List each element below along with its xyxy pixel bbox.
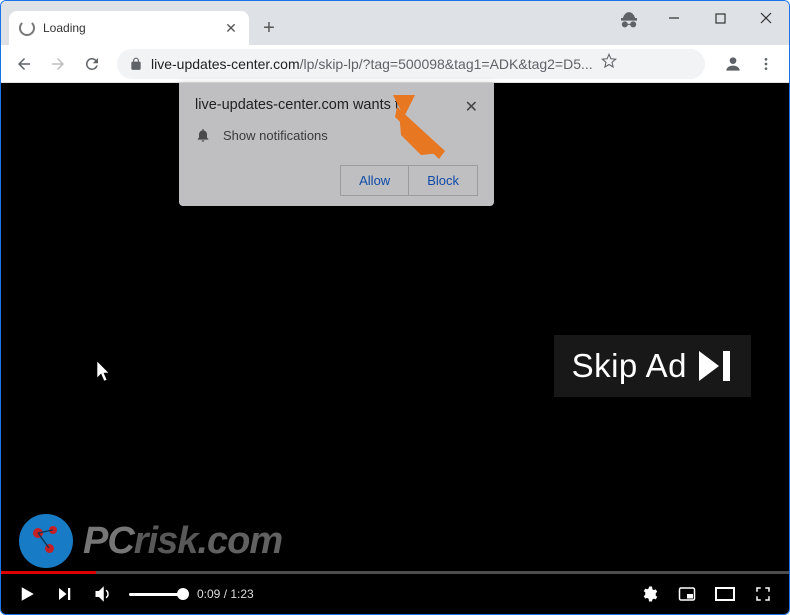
volume-slider[interactable] [129, 593, 183, 596]
address-bar[interactable]: live-updates-center.com/lp/skip-lp/?tag=… [117, 49, 705, 79]
bell-icon [195, 127, 211, 143]
browser-window: Loading ✕ + [0, 0, 790, 615]
notification-prompt-body: Show notifications [223, 128, 328, 143]
lock-icon [129, 57, 143, 71]
url-text: live-updates-center.com/lp/skip-lp/?tag=… [151, 56, 593, 72]
settings-button[interactable] [637, 582, 661, 606]
window-close-button[interactable] [743, 2, 789, 34]
title-bar: Loading ✕ + [1, 1, 789, 45]
notification-prompt-title: live-updates-center.com wants to [195, 97, 407, 113]
menu-button[interactable] [751, 49, 781, 79]
fullscreen-button[interactable] [751, 582, 775, 606]
duration: 1:23 [230, 587, 253, 601]
watermark-text: PCrisk.com [83, 520, 282, 563]
incognito-icon [619, 11, 639, 29]
window-controls [651, 1, 789, 35]
loading-spinner-icon [19, 20, 35, 36]
tab-title: Loading [43, 21, 215, 35]
minimize-button[interactable] [651, 2, 697, 34]
current-time: 0:09 [197, 587, 220, 601]
back-button[interactable] [9, 49, 39, 79]
url-path: /lp/skip-lp/?tag=500098&tag1=ADK&tag2=D5… [300, 56, 593, 72]
watermark-badge-icon [19, 514, 73, 568]
maximize-button[interactable] [697, 2, 743, 34]
browser-toolbar: live-updates-center.com/lp/skip-lp/?tag=… [1, 45, 789, 83]
skip-next-icon [699, 351, 733, 381]
video-time-display: 0:09 / 1:23 [197, 587, 254, 601]
bookmark-star-icon[interactable] [601, 53, 617, 74]
miniplayer-button[interactable] [675, 582, 699, 606]
profile-button[interactable] [719, 50, 747, 78]
tab-close-button[interactable]: ✕ [223, 20, 239, 36]
theater-mode-button[interactable] [713, 582, 737, 606]
forward-button[interactable] [43, 49, 73, 79]
url-domain: live-updates-center.com [151, 56, 300, 72]
page-content: live-updates-center.com wants to ✕ Show … [1, 83, 789, 614]
play-button[interactable] [15, 582, 39, 606]
volume-button[interactable] [91, 582, 115, 606]
video-player-controls: 0:09 / 1:23 [1, 574, 789, 614]
notification-permission-prompt: live-updates-center.com wants to ✕ Show … [179, 83, 494, 206]
notification-close-button[interactable]: ✕ [465, 97, 478, 117]
new-tab-button[interactable]: + [255, 14, 283, 42]
watermark: PCrisk.com [19, 514, 282, 568]
skip-ad-label: Skip Ad [572, 347, 687, 385]
skip-ad-button[interactable]: Skip Ad [554, 335, 751, 397]
next-button[interactable] [53, 582, 77, 606]
volume-thumb[interactable] [177, 588, 189, 600]
allow-button[interactable]: Allow [340, 165, 408, 196]
browser-tab[interactable]: Loading ✕ [9, 11, 249, 45]
mouse-cursor-icon [97, 361, 113, 388]
block-button[interactable]: Block [408, 165, 478, 196]
reload-button[interactable] [77, 49, 107, 79]
